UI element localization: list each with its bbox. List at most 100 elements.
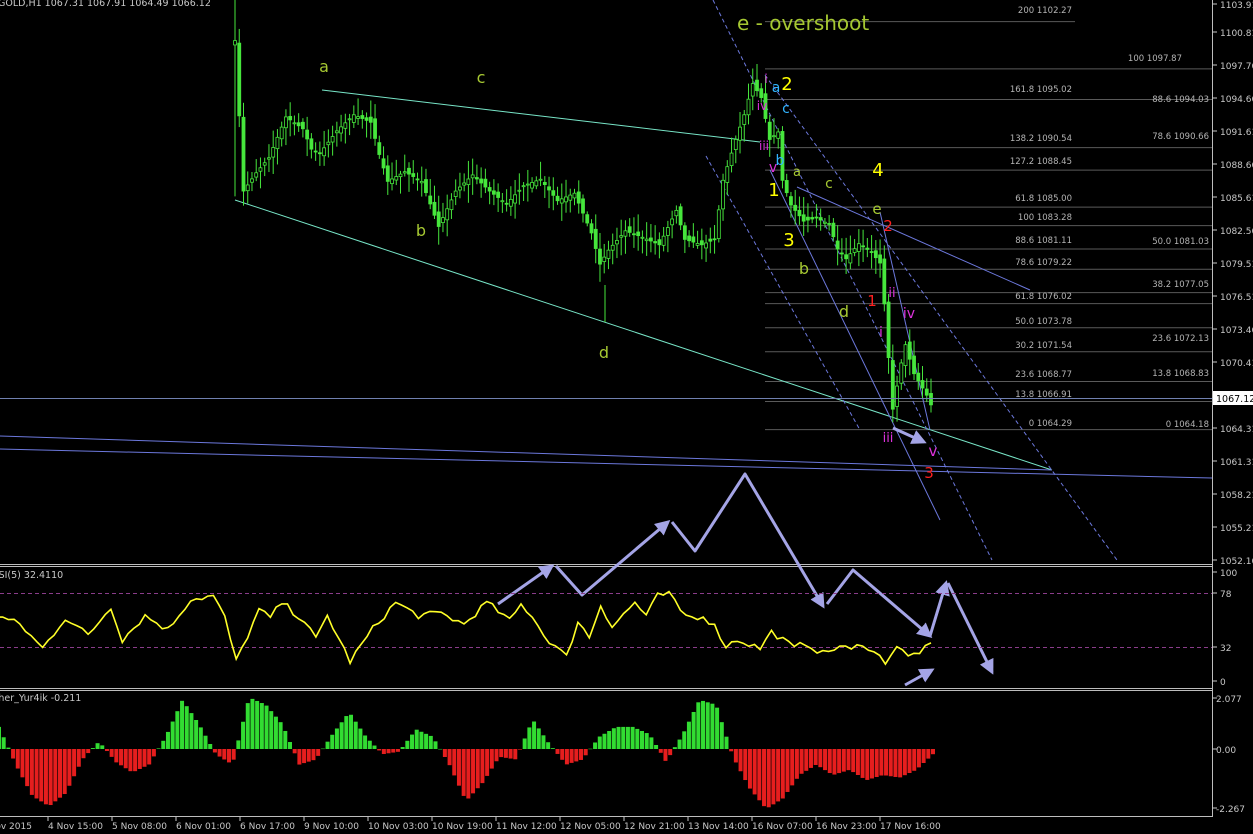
price-candle-body [479, 178, 484, 184]
wave-label-red: 1 [867, 292, 877, 310]
fib-label: 23.6 1068.77 [1015, 370, 1072, 380]
rsi-tick-label: 0 [1220, 678, 1226, 688]
fisher-bar [231, 749, 236, 760]
fisher-bar [696, 702, 701, 749]
fisher-bar [203, 735, 208, 749]
fisher-bar [349, 714, 354, 749]
price-candle-body [271, 147, 276, 158]
fisher-bar [414, 729, 419, 749]
wave-label-olive: d [599, 343, 609, 362]
fib-label: 30.2 1071.54 [1015, 341, 1072, 351]
price-candle-body [453, 190, 458, 197]
fisher-bar [762, 749, 767, 807]
fisher-bar [6, 747, 11, 749]
fisher-bar [851, 749, 856, 773]
fisher-bar [823, 749, 828, 771]
fisher-bar [466, 749, 471, 799]
price-tick-label: 1061.31 [1220, 458, 1253, 468]
fisher-bar [76, 749, 81, 767]
wave-label-yellow: 2 [781, 74, 792, 95]
price-candle-body [576, 191, 581, 204]
price-candle-body [288, 116, 293, 121]
price-candle-body [436, 211, 441, 227]
price-candle-body [364, 117, 369, 121]
fisher-bar [611, 728, 616, 749]
fisher-bar [11, 749, 16, 759]
price-candle-body [632, 233, 636, 236]
price-candle-body [347, 118, 352, 121]
time-tick-label: 16 Nov 23:00 [816, 822, 877, 832]
price-candle-body [653, 241, 658, 244]
fisher-bar [621, 726, 626, 749]
time-tick-label: 6 Nov 17:00 [240, 822, 295, 832]
wave-label-magenta: ii [888, 286, 895, 301]
osc-tick-label: -2.267 [1216, 805, 1245, 815]
price-candle-body [305, 129, 310, 140]
fisher-bar [114, 749, 119, 763]
price-candle-body [861, 245, 865, 248]
price-candle-body [708, 238, 713, 242]
price-candle-body [712, 238, 717, 241]
fisher-bar [630, 726, 635, 749]
fisher-bar [522, 738, 527, 749]
fisher-bar [776, 749, 781, 802]
fisher-bar [58, 749, 63, 798]
fisher-bar [161, 740, 166, 749]
price-candle-body [691, 236, 696, 243]
price-candle-body [284, 116, 288, 129]
price-candle-body [890, 360, 895, 410]
price-candle-body [759, 88, 764, 98]
price-candle-body [856, 243, 861, 252]
fisher-bar [62, 749, 67, 795]
price-candle-body [742, 114, 747, 125]
price-candle-body [640, 236, 645, 239]
fib-label: 100 1097.87 [1128, 54, 1182, 64]
fisher-bar [686, 721, 691, 749]
fisher-bar [808, 749, 813, 768]
fisher-bar [832, 749, 837, 775]
fisher-bar [790, 749, 795, 786]
rsi-tick-label: 78 [1220, 590, 1232, 600]
price-candle-body [432, 201, 437, 216]
price-candle-body [360, 115, 365, 119]
fisher-bar [264, 705, 269, 749]
fisher-bar [358, 728, 363, 749]
fisher-bar [527, 727, 532, 749]
time-tick-label: 5 Nov 08:00 [112, 822, 167, 832]
price-candle-body [598, 248, 602, 265]
price-candle-body [334, 130, 339, 134]
fisher-bar [841, 749, 846, 772]
price-candle-body [627, 226, 632, 233]
wave-label-red: 2 [883, 217, 893, 235]
wave-label-olive: c [825, 176, 833, 192]
fisher-bar [461, 749, 466, 796]
fib-label: 38.2 1077.05 [1152, 280, 1209, 290]
wave-label-olive: e [872, 200, 881, 218]
fisher-bar [743, 749, 748, 781]
fisher-bar [269, 711, 274, 749]
price-candle-body [402, 171, 407, 174]
price-candle-body [678, 206, 683, 226]
price-candle-body [755, 79, 759, 91]
price-candle-body [852, 248, 857, 253]
fisher-bar [560, 749, 565, 760]
fisher-bar [574, 749, 579, 762]
fisher-bar [827, 749, 832, 774]
fib-label: 100 1083.28 [1018, 213, 1072, 223]
price-candle-body [602, 256, 607, 262]
fib-label: 88.6 1081.11 [1015, 236, 1072, 246]
price-candle-body [615, 240, 619, 245]
fib-label: 78.6 1079.22 [1015, 258, 1072, 268]
fisher-bar [104, 749, 109, 752]
fib-label: 0 1064.18 [1166, 420, 1209, 430]
fisher-bar [184, 706, 189, 749]
fisher-bar [494, 749, 499, 762]
price-candle-body [585, 214, 590, 224]
fib-label: 23.6 1072.13 [1152, 334, 1209, 344]
fisher-bar [480, 749, 485, 784]
price-candle-body [559, 198, 564, 204]
price-candle-body [377, 142, 382, 155]
fisher-bar [536, 728, 541, 749]
fisher-bar [447, 749, 452, 766]
price-candle-body [483, 178, 488, 188]
